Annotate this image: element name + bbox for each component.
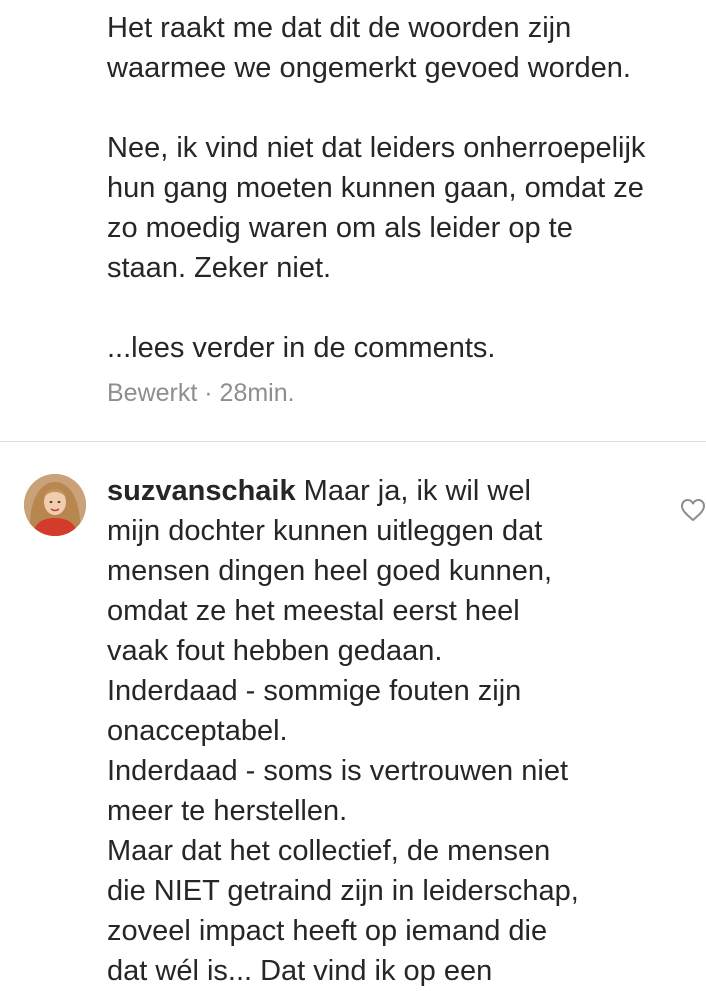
caption-line: zo moedig waren om als leider op te [107,212,573,244]
comment-line: Inderdaad - sommige fouten zijn [107,675,522,707]
post-caption: Het raakt me dat dit de woorden zijn waa… [107,8,706,368]
comment-line: zoveel impact heeft op iemand die [107,915,548,947]
post-timestamp[interactable]: 28min. [220,379,295,407]
caption-line: staan. Zeker niet. [107,252,332,284]
section-divider [0,441,706,442]
caption-read-more: ...lees verder in de comments. [107,328,706,368]
comment-line: meer te herstellen. [107,795,348,827]
meta-separator: · [204,379,213,407]
comment-line: dat wél is... Dat vind ik op een [107,955,493,987]
comment-line: mensen dingen heel goed kunnen, [107,555,553,587]
comment: suzvanschaik Maar ja, ik wil wel mijn do… [107,471,687,991]
caption-line: Het raakt me dat dit de woorden zijn [107,12,572,44]
caption-paragraph-2: Nee, ik vind niet dat leiders onherroepe… [107,128,706,288]
edited-label: Bewerkt [107,379,198,407]
heart-outline-icon[interactable] [680,498,706,522]
post-meta: Bewerkt · 28min. [107,379,295,408]
comment-text: Maar ja, ik wil wel [303,475,531,507]
comment-line: vaak fout hebben gedaan. [107,635,443,667]
comment-line: Inderdaad - soms is vertrouwen niet [107,755,568,787]
avatar[interactable] [24,474,86,536]
caption-paragraph-1: Het raakt me dat dit de woorden zijn waa… [107,8,706,88]
caption-line: hun gang moeten kunnen gaan, omdat ze [107,172,644,204]
comment-line: omdat ze het meestal eerst heel [107,595,520,627]
read-more-text: ...lees verder in de comments. [107,332,496,364]
caption-line: Nee, ik vind niet dat leiders onherroepe… [107,132,646,164]
caption-line: waarmee we ongemerkt gevoed worden. [107,52,631,84]
comment-line: Maar dat het collectief, de mensen [107,835,551,867]
comment-line: mijn dochter kunnen uitleggen dat [107,515,543,547]
comment-line: onacceptabel. [107,715,288,747]
comment-username[interactable]: suzvanschaik [107,475,296,507]
comment-first-line: suzvanschaik Maar ja, ik wil wel [107,471,687,511]
comment-line: die NIET getraind zijn in leiderschap, [107,875,579,907]
